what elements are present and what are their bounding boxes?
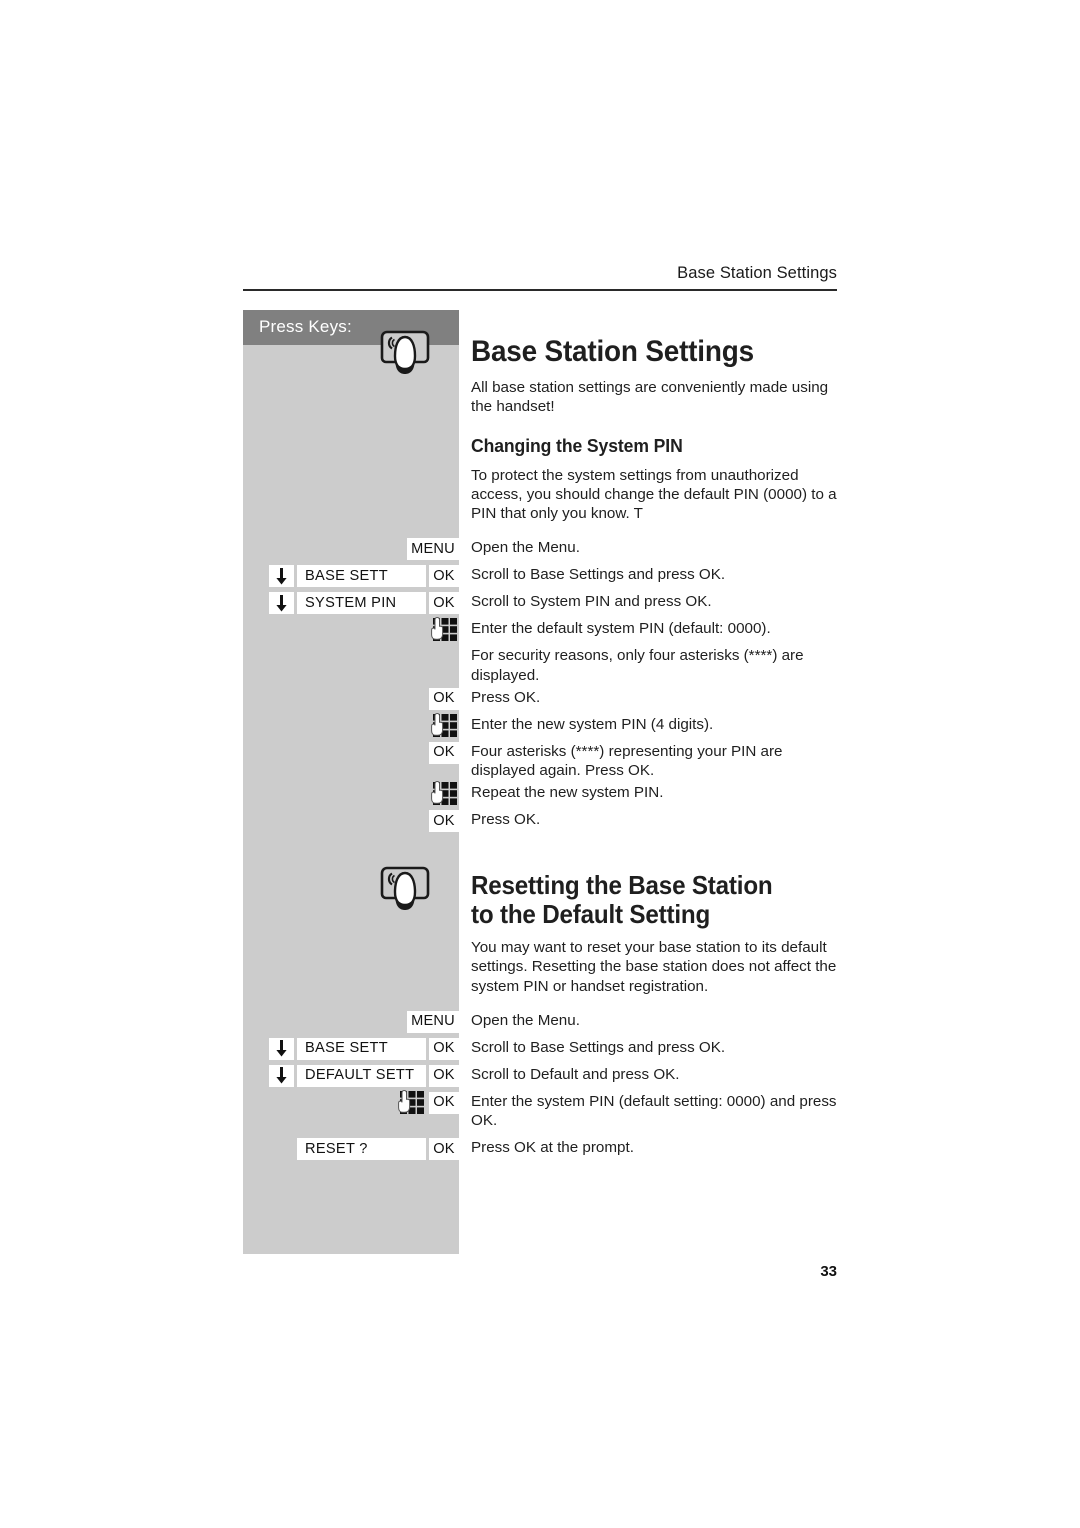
arrow-down-icon [276,594,287,612]
step-text: Scroll to Default and press OK. [471,1065,680,1083]
step-text: Scroll to System PIN and press OK. [471,593,712,611]
step-text: Scroll to Base Settings and press OK. [471,1038,726,1056]
step-text: Repeat the new system PIN. [471,784,664,802]
step-row: DEFAULT SETT OK Scroll to Default and pr… [243,1063,837,1089]
step-keys: BASE SETT OK [243,1036,459,1062]
scroll-down-icon[interactable] [269,1064,294,1087]
display-label: DEFAULT SETT [297,1064,426,1087]
step-row: BASE SETT OK Scroll to Base Settings and… [243,563,837,589]
step-row: Enter the new system PIN (4 digits). [243,712,837,739]
step-keys: BASE SETT OK [243,563,459,589]
keypad-icon [431,617,457,642]
content-column: Base Station Settings All base station s… [243,310,837,1163]
display-label: RESET ? [297,1137,426,1160]
step-keys: OK [243,808,459,834]
step-row: OK Press OK. [243,808,837,834]
section2-title-line2: to the Default Setting [471,899,711,930]
keypad-entry-icon[interactable] [431,781,459,807]
step-list-reset: MENU Open the Menu. BASE SETT OK Scroll … [243,1009,837,1162]
step-row: Enter the default system PIN (default: 0… [243,617,837,643]
menu-key[interactable]: MENU [407,538,459,561]
ok-key[interactable]: OK [429,565,459,588]
step-row: SYSTEM PIN OK Scroll to System PIN and p… [243,590,837,616]
keypad-icon [431,712,457,737]
step-row: OK Four asterisks (****) representing yo… [243,740,837,780]
page-number: 33 [820,1263,837,1280]
step-row: BASE SETT OK Scroll to Base Settings and… [243,1036,837,1062]
step-text: Press OK. [471,688,541,706]
step-text: Enter the system PIN (default setting: 0… [471,1092,837,1129]
step-text: Four asterisks (****) representing your … [471,742,783,779]
step-keys [243,712,459,739]
scroll-down-icon[interactable] [269,1037,294,1060]
ok-key[interactable]: OK [429,810,459,833]
step-text: Enter the new system PIN (4 digits). [471,715,714,733]
step-text: Enter the default system PIN (default: 0… [471,620,771,638]
step-row: MENU Open the Menu. [243,1009,837,1035]
step-text: Scroll to Base Settings and press OK. [471,566,726,584]
step-text: For security reasons, only four asterisk… [471,647,804,684]
document-page: Base Station Settings Press Keys: Base S… [0,0,1080,1528]
ok-key[interactable]: OK [429,741,459,764]
keypad-entry-icon[interactable] [431,617,459,643]
step-keys [243,644,459,670]
step-text: Press OK. [471,811,541,829]
section-base-station-settings: Base Station Settings All base station s… [243,310,837,834]
ok-key[interactable]: OK [429,1091,459,1114]
step-row: Repeat the new system PIN. [243,781,837,807]
step-text: Open the Menu. [471,539,580,557]
base-station-icon [380,866,430,911]
step-row: MENU Open the Menu. [243,536,837,562]
display-label: BASE SETT [297,1037,426,1060]
base-station-icon [380,330,430,374]
ok-key[interactable]: OK [429,592,459,615]
arrow-down-icon [276,1067,287,1084]
step-keys [243,617,459,643]
section2-title-line1: Resetting the Base Station [471,870,773,901]
keypad-icon [431,781,457,806]
section-resetting-base-station: Resetting the Base Station to the Defaul… [243,846,837,1162]
step-text: Open the Menu. [471,1011,580,1029]
base-station-icon-cell [243,310,459,396]
keypad-icon [398,1089,424,1114]
ok-key[interactable]: OK [429,687,459,710]
base-station-icon-cell [243,846,459,932]
step-keys: MENU [243,536,459,562]
arrow-down-icon [276,1040,287,1057]
step-keys: OK [243,1089,459,1116]
ok-key[interactable]: OK [429,1064,459,1087]
step-row: OK Press OK. [243,686,837,712]
scroll-down-icon[interactable] [269,592,294,615]
section2-title: Resetting the Base Station to the Defaul… [471,870,811,930]
keypad-entry-icon[interactable] [431,712,459,739]
step-keys: MENU [243,1009,459,1035]
step-row: OK Enter the system PIN (default setting… [243,1089,837,1130]
section2-intro: You may want to reset your base station … [471,939,837,995]
keypad-entry-icon[interactable] [398,1089,426,1116]
subsection-title: Changing the System PIN [471,434,683,456]
running-header: Base Station Settings [677,264,837,282]
step-row: For security reasons, only four asterisk… [243,644,837,684]
arrow-down-icon [276,567,287,585]
step-text: Press OK at the prompt. [471,1138,634,1156]
section-intro: All base station settings are convenient… [471,378,829,415]
step-row: RESET ? OK Press OK at the prompt. [243,1136,837,1162]
ok-key[interactable]: OK [429,1037,459,1060]
step-keys: RESET ? OK [243,1136,459,1162]
step-keys: OK [243,740,459,766]
subsection-intro: To protect the system settings from unau… [471,467,837,523]
display-label: BASE SETT [297,565,426,588]
menu-key[interactable]: MENU [407,1010,459,1033]
step-keys [243,781,459,807]
header-rule [243,289,837,291]
ok-key[interactable]: OK [429,1137,459,1160]
display-label: SYSTEM PIN [297,592,426,615]
step-keys: SYSTEM PIN OK [243,590,459,616]
scroll-down-icon[interactable] [269,565,294,588]
step-list-system-pin: MENU Open the Menu. BASE SETT OK Scroll … [243,536,837,834]
step-keys: DEFAULT SETT OK [243,1063,459,1089]
step-keys: OK [243,686,459,712]
page-title: Base Station Settings [471,335,754,368]
